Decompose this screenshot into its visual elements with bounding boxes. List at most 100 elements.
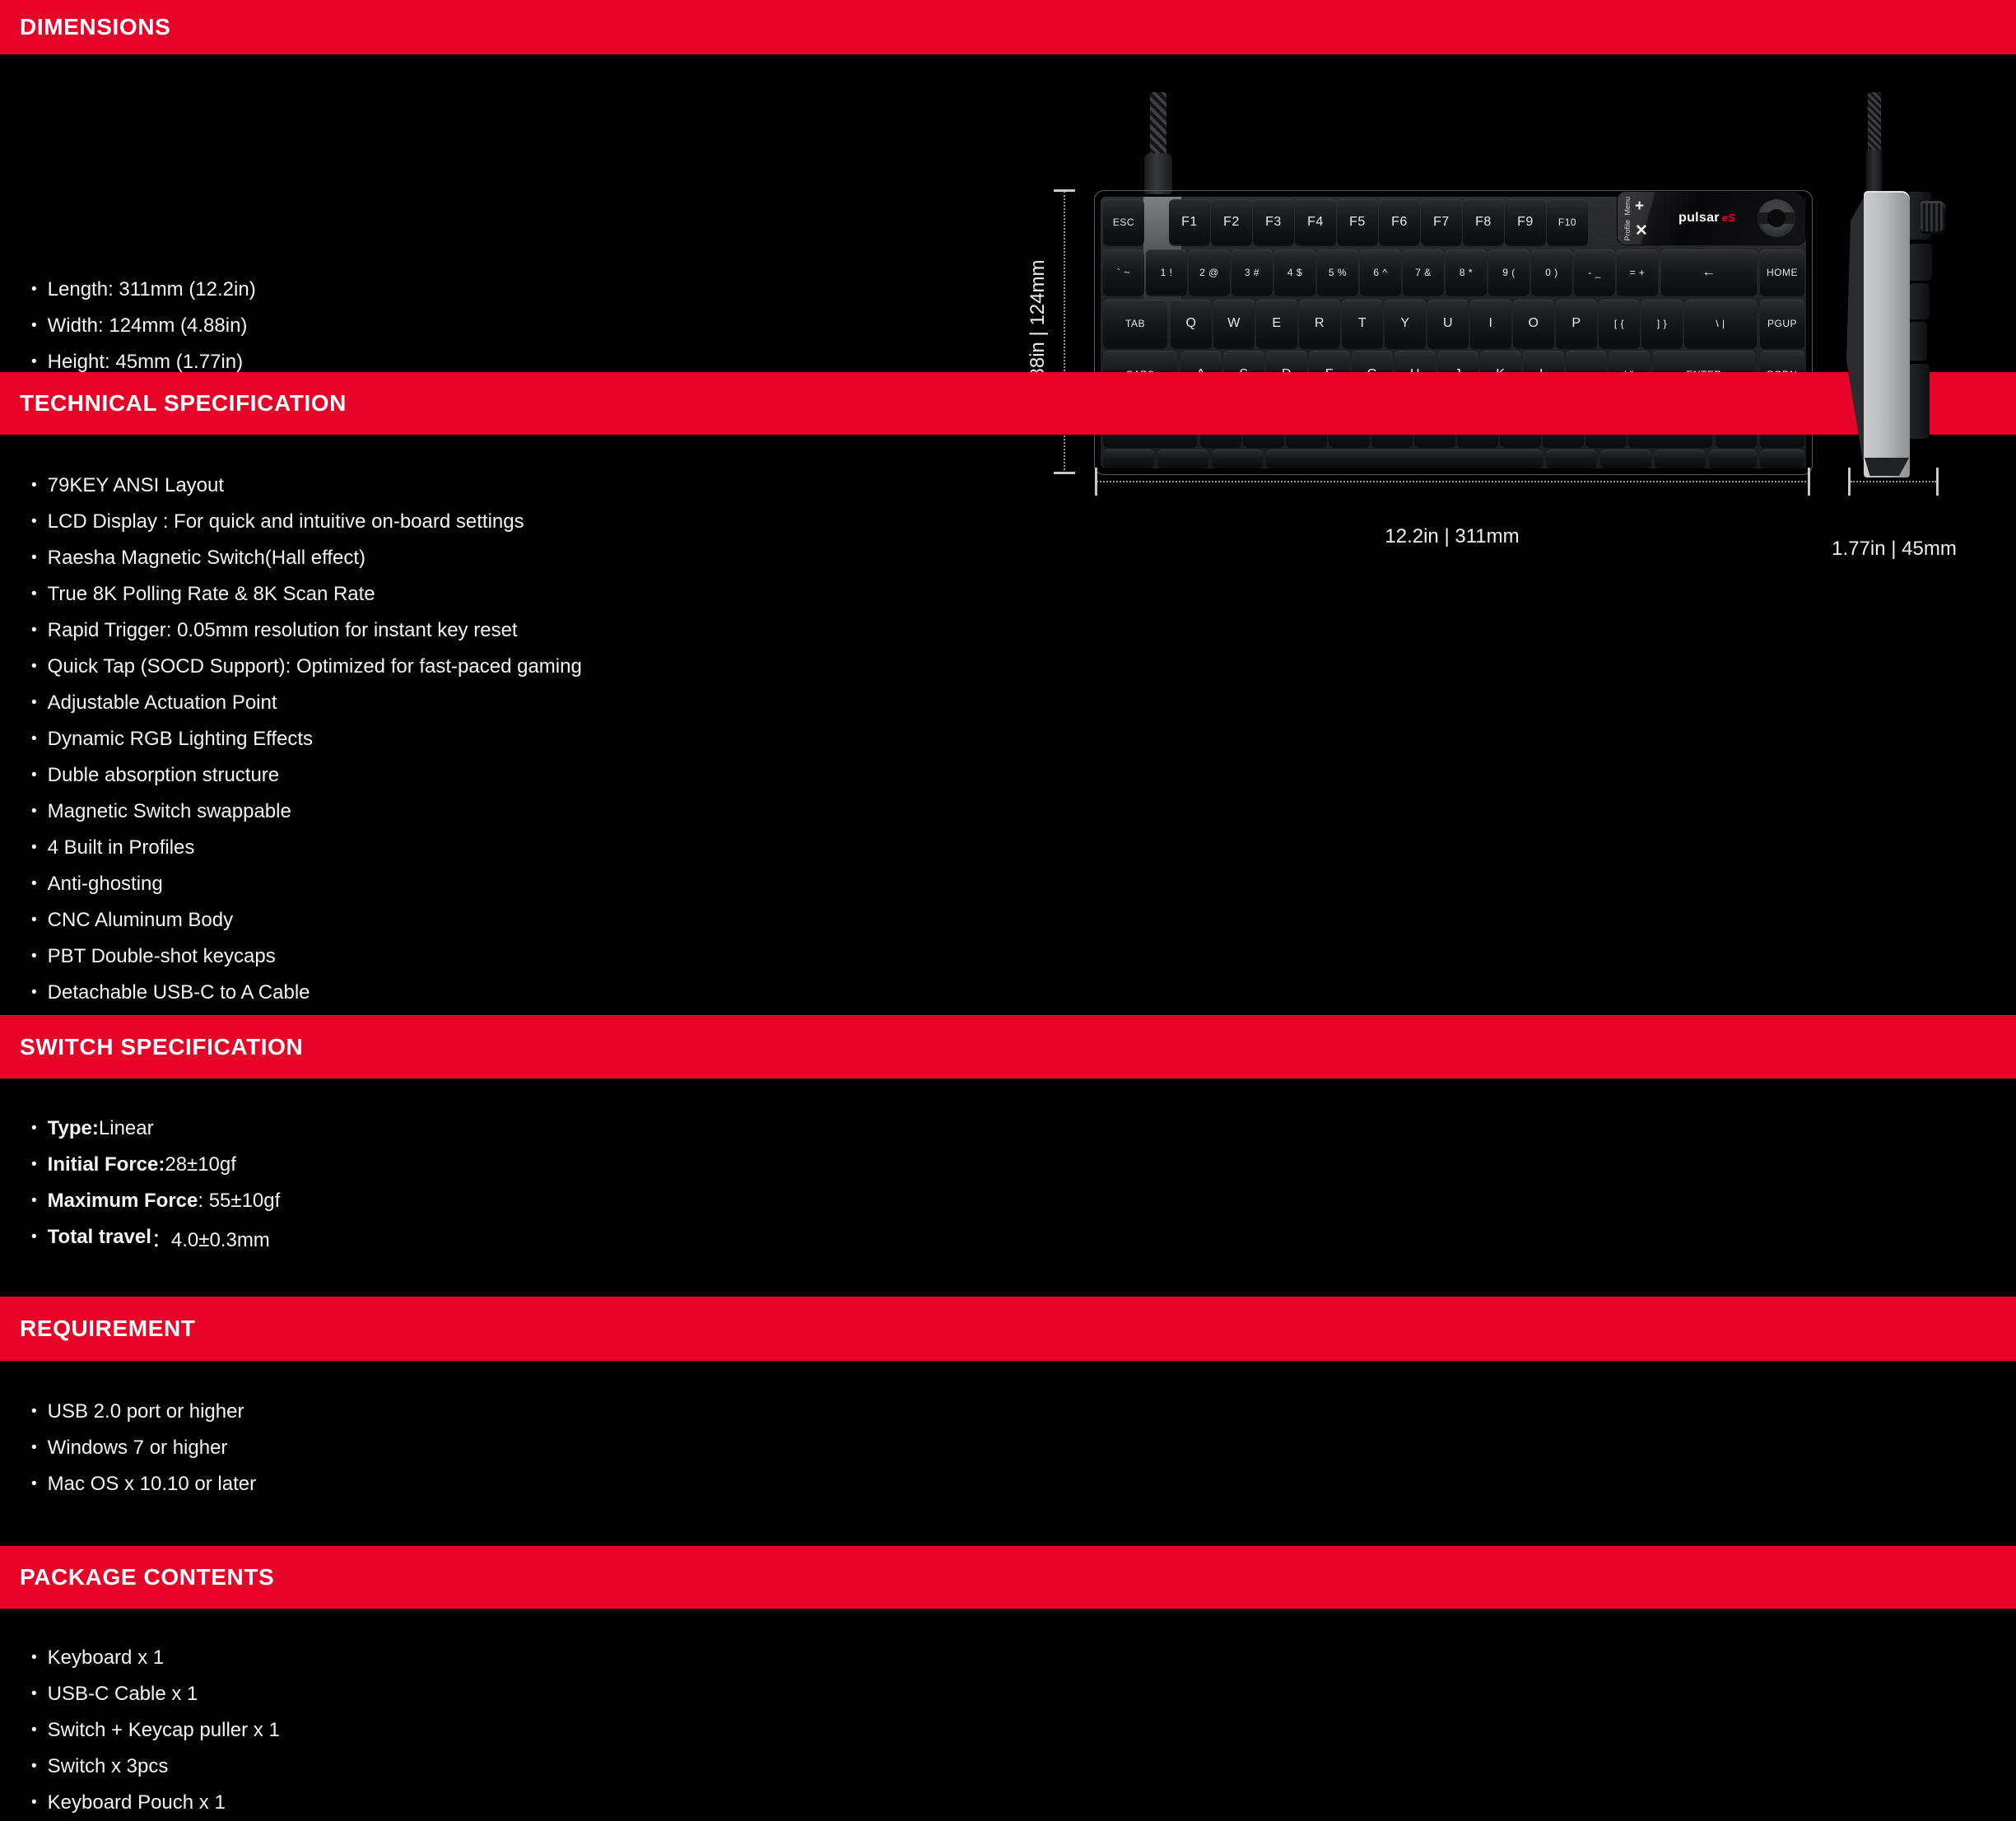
key[interactable]: [1103, 449, 1154, 468]
section-header-switch: SWITCH SPECIFICATION: [0, 1015, 2016, 1078]
key-label: 0 ): [1545, 267, 1558, 278]
key-label: I: [1489, 316, 1493, 331]
key-[interactable]: = +: [1617, 249, 1658, 295]
key-2[interactable]: 2 @: [1189, 249, 1230, 295]
key-f3[interactable]: F3: [1253, 199, 1294, 245]
key-t[interactable]: T: [1342, 300, 1383, 347]
key-f1[interactable]: F1: [1169, 199, 1210, 245]
rotary-knob[interactable]: [1758, 199, 1795, 237]
key-i[interactable]: I: [1470, 300, 1511, 347]
key[interactable]: [1709, 449, 1757, 468]
section-header-technical: TECHNICAL SPECIFICATION: [0, 372, 2016, 435]
profile-button[interactable]: Profile ✕: [1624, 219, 1648, 242]
key-6[interactable]: 6 ^: [1360, 249, 1401, 295]
section-title: TECHNICAL SPECIFICATION: [20, 390, 347, 417]
key-label: T: [1358, 316, 1367, 331]
key-u[interactable]: U: [1427, 300, 1469, 347]
key-tab[interactable]: TAB: [1103, 300, 1167, 347]
key-3[interactable]: 3 #: [1231, 249, 1273, 295]
key-label: R: [1315, 316, 1325, 331]
key-f5[interactable]: F5: [1337, 199, 1378, 245]
key-p[interactable]: P: [1556, 300, 1597, 347]
spec-item-label: Total travel: [48, 1226, 151, 1249]
usb-cable-side: [1868, 92, 1881, 151]
key-esc[interactable]: ESC: [1103, 199, 1144, 245]
key-label: HOME: [1767, 267, 1798, 278]
profile-label: Profile: [1624, 220, 1632, 241]
key-1[interactable]: 1 !: [1146, 249, 1187, 295]
key-pgup[interactable]: PGUP: [1760, 300, 1804, 347]
key-4[interactable]: 4 $: [1274, 249, 1315, 295]
close-icon: ✕: [1635, 223, 1648, 239]
key-w[interactable]: W: [1213, 300, 1255, 347]
key-8[interactable]: 8 *: [1446, 249, 1487, 295]
key-f7[interactable]: F7: [1421, 199, 1462, 245]
section-header-requirement: REQUIREMENT: [0, 1297, 2016, 1361]
key-r[interactable]: R: [1299, 300, 1340, 347]
key-f6[interactable]: F6: [1379, 199, 1420, 245]
key-label: PGUP: [1767, 318, 1797, 329]
key-[interactable]: \ |: [1684, 300, 1757, 347]
key-[interactable]: ] }: [1641, 300, 1683, 347]
key-[interactable]: ←: [1661, 249, 1757, 295]
key-label: O: [1529, 316, 1539, 331]
key-7[interactable]: 7 &: [1403, 249, 1444, 295]
key-label: F4: [1307, 215, 1324, 230]
section-title: DIMENSIONS: [20, 14, 170, 40]
dimension-tick: [1054, 189, 1075, 192]
lcd-panel: Menu + Profile ✕ pulsareS: [1618, 192, 1805, 245]
spec-item: Initial Force: 28±10gf: [31, 1147, 280, 1183]
section-title: REQUIREMENT: [20, 1316, 196, 1342]
side-body: [1864, 191, 1910, 477]
spec-item: Quick Tap (SOCD Support): Optimized for …: [31, 649, 582, 685]
key[interactable]: [1546, 449, 1597, 468]
key-f4[interactable]: F4: [1295, 199, 1336, 245]
key-f10[interactable]: F10: [1547, 199, 1588, 245]
section-header-dimensions: DIMENSIONS: [0, 0, 2016, 54]
key-f9[interactable]: F9: [1505, 199, 1546, 245]
spec-item: USB-C Cable x 1: [31, 1676, 280, 1712]
key[interactable]: [1157, 449, 1208, 468]
key-[interactable]: ` ~: [1103, 249, 1144, 295]
usb-plug: [1144, 153, 1172, 194]
usb-plug-side: [1866, 150, 1882, 193]
key-5[interactable]: 5 %: [1317, 249, 1358, 295]
spec-item: Windows 7 or higher: [31, 1430, 256, 1466]
key[interactable]: [1212, 449, 1263, 468]
side-keycap: [1910, 283, 1930, 319]
key[interactable]: [1655, 449, 1706, 468]
switch-list: Type: LinearInitial Force: 28±10gfMaximu…: [31, 1111, 280, 1255]
key-label: ] }: [1657, 318, 1667, 329]
technical-list: 79KEY ANSI LayoutLCD Display : For quick…: [31, 468, 582, 1011]
key-label: P: [1571, 316, 1581, 331]
key-f8[interactable]: F8: [1463, 199, 1504, 245]
spec-item-value: ：4.0±0.3mm: [151, 1223, 270, 1252]
spec-item: Mac OS x 10.10 or later: [31, 1466, 256, 1502]
spec-item: Keyboard x 1: [31, 1640, 280, 1676]
key-label: U: [1443, 316, 1453, 331]
key-y[interactable]: Y: [1385, 300, 1426, 347]
spec-item: Adjustable Actuation Point: [31, 685, 582, 721]
spec-item-label: Maximum Force: [48, 1190, 198, 1213]
key-9[interactable]: 9 (: [1488, 249, 1529, 295]
keyboard-side-view: [1840, 89, 1955, 484]
key-label: 9 (: [1502, 267, 1515, 278]
key-[interactable]: [ {: [1599, 300, 1640, 347]
dimensions-list: Length: 311mm (12.2in)Width: 124mm (4.88…: [31, 272, 256, 380]
spec-item: Raesha Magnetic Switch(Hall effect): [31, 540, 582, 576]
key[interactable]: [1600, 449, 1651, 468]
side-keycap: [1910, 322, 1927, 361]
key-q[interactable]: Q: [1171, 300, 1212, 347]
menu-button[interactable]: Menu +: [1624, 194, 1648, 217]
key-0[interactable]: 0 ): [1531, 249, 1572, 295]
spec-item-label: Initial Force:: [48, 1153, 165, 1176]
key-f2[interactable]: F2: [1211, 199, 1252, 245]
key-o[interactable]: O: [1513, 300, 1554, 347]
key[interactable]: [1760, 449, 1804, 468]
dimension-tick: [1808, 468, 1810, 496]
key[interactable]: [1266, 449, 1543, 468]
key-label: 5 %: [1329, 267, 1347, 278]
key-home[interactable]: HOME: [1760, 249, 1804, 295]
key-e[interactable]: E: [1256, 300, 1297, 347]
key-[interactable]: - _: [1574, 249, 1615, 295]
